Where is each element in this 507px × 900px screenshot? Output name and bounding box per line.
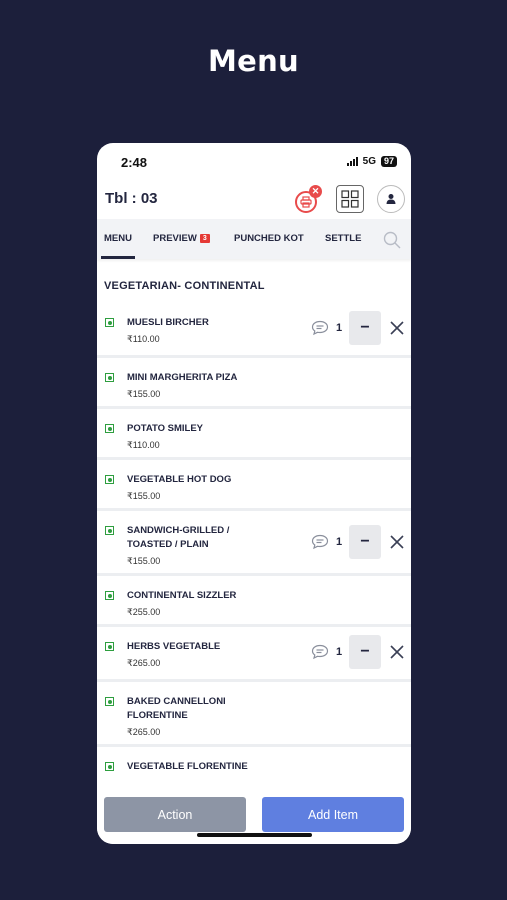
status-bar: 2:48 5G 97 <box>97 143 411 181</box>
item-quantity: 1 <box>336 646 343 658</box>
item-quantity: 1 <box>336 322 343 334</box>
item-name: VEGETABLE FLORENTINE <box>127 761 248 772</box>
preview-count-badge: 3 <box>199 234 210 243</box>
table-label: Tbl : 03 <box>105 190 158 207</box>
network-label: 5G <box>362 156 376 167</box>
list-item[interactable]: POTATO SMILEY ₹110.00 <box>97 409 411 457</box>
list-item[interactable]: VEGETABLE HOT DOG ₹155.00 <box>97 460 411 508</box>
profile-button[interactable] <box>377 185 405 213</box>
list-item[interactable]: SANDWICH-GRILLED / TOASTED / PLAIN ₹155.… <box>97 511 411 573</box>
status-time: 2:48 <box>121 155 148 170</box>
search-button[interactable] <box>383 231 401 254</box>
decrease-button[interactable]: − <box>349 311 381 345</box>
remove-item-button[interactable] <box>389 534 405 555</box>
item-name: MINI MARGHERITA PIZA <box>127 372 238 383</box>
list-item[interactable]: BAKED CANNELLONI FLORENTINE ₹265.00 <box>97 682 411 744</box>
tab-punched-kot[interactable]: PUNCHED KOT <box>234 233 304 244</box>
add-item-button[interactable]: Add Item <box>262 797 404 832</box>
top-bar: Tbl : 03 ✕ <box>97 181 411 219</box>
close-icon <box>390 535 404 549</box>
signal-icon <box>346 157 358 166</box>
veg-mark-icon <box>105 762 114 771</box>
item-price: ₹155.00 <box>127 389 161 399</box>
home-indicator <box>197 833 312 837</box>
phone-screen: 2:48 5G 97 Tbl : 03 ✕ MENU PREVIEW 3 PUN… <box>97 143 411 844</box>
item-name: MUESLI BIRCHER <box>127 317 209 328</box>
page-heading: Menu <box>207 44 300 78</box>
item-controls: 1 − <box>311 635 411 669</box>
veg-mark-icon <box>105 475 114 484</box>
veg-mark-icon <box>105 318 114 327</box>
veg-mark-icon <box>105 697 114 706</box>
decrease-button[interactable]: − <box>349 635 381 669</box>
remove-item-button[interactable] <box>389 644 405 665</box>
tab-settle[interactable]: SETTLE <box>325 233 361 244</box>
grid-view-button[interactable] <box>336 185 364 213</box>
close-icon <box>390 645 404 659</box>
veg-mark-icon <box>105 424 114 433</box>
veg-mark-icon <box>105 526 114 535</box>
item-price: ₹265.00 <box>127 658 161 668</box>
printer-icon <box>300 196 312 208</box>
item-price: ₹255.00 <box>127 607 161 617</box>
close-icon <box>390 321 404 335</box>
tab-menu[interactable]: MENU <box>101 233 135 259</box>
section-title: VEGETARIAN- CONTINENTAL <box>104 280 265 292</box>
item-price: ₹155.00 <box>127 556 161 566</box>
battery-icon: 97 <box>380 156 397 167</box>
item-name: SANDWICH-GRILLED / TOASTED / PLAIN <box>127 525 230 550</box>
item-list: MUESLI BIRCHER ₹110.00 1 − MINI MARGHERI… <box>97 303 411 810</box>
item-controls: 1 − <box>311 525 411 559</box>
decrease-button[interactable]: − <box>349 525 381 559</box>
list-item[interactable]: CONTINENTAL SIZZLER ₹255.00 <box>97 576 411 624</box>
item-name: CONTINENTAL SIZZLER <box>127 590 237 601</box>
list-item[interactable]: HERBS VEGETABLE ₹265.00 1 − <box>97 627 411 679</box>
item-price: ₹110.00 <box>127 440 160 450</box>
veg-mark-icon <box>105 642 114 651</box>
comment-icon[interactable] <box>311 534 329 555</box>
tab-bar: MENU PREVIEW 3 PUNCHED KOT SETTLE <box>97 219 411 259</box>
veg-mark-icon <box>105 591 114 600</box>
tab-preview[interactable]: PREVIEW 3 <box>153 233 210 244</box>
item-name: HERBS VEGETABLE <box>127 641 221 652</box>
list-item[interactable]: MINI MARGHERITA PIZA ₹155.00 <box>97 358 411 406</box>
remove-item-button[interactable] <box>389 320 405 341</box>
veg-mark-icon <box>105 373 114 382</box>
item-quantity: 1 <box>336 536 343 548</box>
item-name: POTATO SMILEY <box>127 423 204 434</box>
item-name: VEGETABLE HOT DOG <box>127 474 232 485</box>
item-price: ₹110.00 <box>127 334 160 344</box>
comment-icon[interactable] <box>311 320 329 341</box>
close-icon[interactable]: ✕ <box>309 185 322 198</box>
user-icon <box>386 194 396 204</box>
comment-icon[interactable] <box>311 644 329 665</box>
item-price: ₹265.00 <box>127 727 161 737</box>
grid-icon <box>341 190 359 208</box>
item-price: ₹155.00 <box>127 491 161 501</box>
search-icon <box>383 231 401 249</box>
tab-preview-label: PREVIEW <box>153 233 197 244</box>
item-name: BAKED CANNELLONI FLORENTINE <box>127 696 226 721</box>
list-item[interactable]: MUESLI BIRCHER ₹110.00 1 − <box>97 303 411 355</box>
action-button[interactable]: Action <box>104 797 246 832</box>
item-controls: 1 − <box>311 311 411 345</box>
